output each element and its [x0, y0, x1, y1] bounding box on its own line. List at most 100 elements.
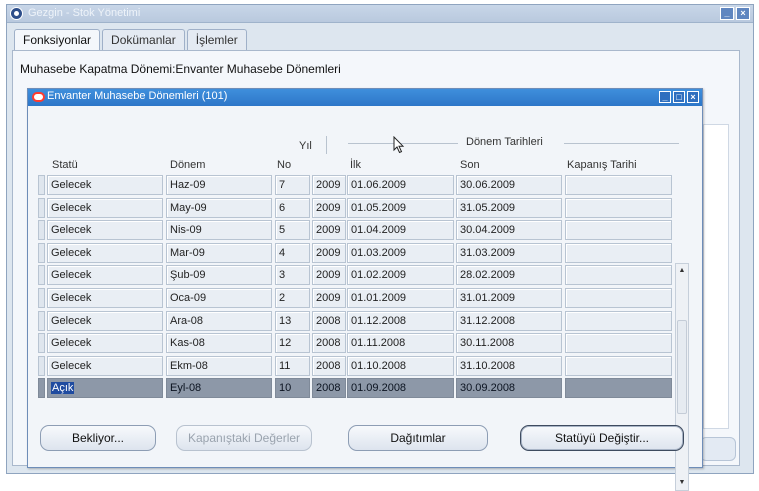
- scroll-up-icon[interactable]: ▲: [676, 265, 688, 277]
- cell-statu[interactable]: Gelecek: [47, 220, 163, 241]
- cell-statu[interactable]: Gelecek: [47, 197, 163, 218]
- cell-son[interactable]: 30.06.2009: [456, 175, 562, 195]
- cell-no[interactable]: 12: [275, 333, 310, 354]
- cell-donem[interactable]: Eyl-08: [166, 378, 272, 399]
- cell-ilk[interactable]: 01.02.2009: [347, 265, 454, 286]
- cell-ilk[interactable]: 01.11.2008: [347, 333, 454, 354]
- cell-kapanis[interactable]: [565, 197, 672, 218]
- cell-kapanis[interactable]: [565, 220, 672, 241]
- cell-yil[interactable]: 2008: [312, 355, 346, 376]
- cell-donem[interactable]: Haz-09: [166, 175, 272, 195]
- table-row[interactable]: Gelecek Nis-09 5 2009 01.04.2009 30.04.2009: [28, 219, 678, 241]
- cell-no[interactable]: 7: [275, 175, 310, 195]
- scroll-down-icon[interactable]: ▼: [676, 477, 688, 489]
- minimize-icon[interactable]: _: [720, 7, 734, 20]
- table-row[interactable]: Gelecek May-09 6 2009 01.05.2009 31.05.2009: [28, 197, 678, 219]
- cell-kapanis[interactable]: [565, 175, 672, 195]
- cell-yil[interactable]: 2009: [312, 220, 346, 241]
- row-selector[interactable]: [38, 220, 45, 241]
- cell-son[interactable]: 31.03.2009: [456, 242, 562, 263]
- cell-ilk[interactable]: 01.05.2009: [347, 197, 454, 218]
- cell-yil[interactable]: 2008: [312, 333, 346, 354]
- cell-yil[interactable]: 2009: [312, 242, 346, 263]
- cell-ilk[interactable]: 01.10.2008: [347, 355, 454, 376]
- maximize-icon[interactable]: □: [673, 91, 685, 103]
- row-selector[interactable]: [38, 288, 45, 308]
- cell-donem[interactable]: Ekm-08: [166, 355, 272, 376]
- table-row[interactable]: Gelecek Kas-08 12 2008 01.11.2008 30.11.2008: [28, 332, 678, 354]
- cell-donem[interactable]: Kas-08: [166, 333, 272, 354]
- row-selector[interactable]: [38, 265, 45, 286]
- cell-no[interactable]: 11: [275, 355, 310, 376]
- row-selector[interactable]: [38, 355, 45, 376]
- cell-yil[interactable]: 2009: [312, 197, 346, 218]
- cell-donem[interactable]: Oca-09: [166, 288, 272, 308]
- row-selector[interactable]: [38, 310, 45, 331]
- cell-ilk[interactable]: 01.01.2009: [347, 288, 454, 308]
- table-row[interactable]: Gelecek Ekm-08 11 2008 01.10.2008 31.10.2008: [28, 355, 678, 377]
- window-titlebar[interactable]: Gezgin - Stok Yönetimi _ ×: [7, 5, 753, 23]
- tab-dokumanlar[interactable]: Dokümanlar: [102, 29, 185, 50]
- cell-kapanis[interactable]: [565, 288, 672, 308]
- cell-kapanis[interactable]: [565, 355, 672, 376]
- cell-yil[interactable]: 2009: [312, 265, 346, 286]
- cell-donem[interactable]: Nis-09: [166, 220, 272, 241]
- row-selector[interactable]: [38, 197, 45, 218]
- cell-ilk[interactable]: 01.03.2009: [347, 242, 454, 263]
- cell-yil[interactable]: 2008: [312, 378, 346, 399]
- cell-statu[interactable]: Gelecek: [47, 175, 163, 195]
- cell-no[interactable]: 4: [275, 242, 310, 263]
- cell-no[interactable]: 10: [275, 378, 310, 399]
- tab-islemler[interactable]: İşlemler: [186, 29, 247, 50]
- cell-ilk[interactable]: 01.09.2008: [347, 378, 454, 399]
- cell-ilk[interactable]: 01.06.2009: [347, 175, 454, 195]
- cell-kapanis[interactable]: [565, 265, 672, 286]
- cell-son[interactable]: 31.05.2009: [456, 197, 562, 218]
- cell-yil[interactable]: 2009: [312, 288, 346, 308]
- periods-window-titlebar[interactable]: Envanter Muhasebe Dönemleri (101) _ □ ×: [28, 89, 702, 106]
- cell-no[interactable]: 13: [275, 310, 310, 331]
- cell-son[interactable]: 31.12.2008: [456, 310, 562, 331]
- cell-donem[interactable]: Şub-09: [166, 265, 272, 286]
- close-icon[interactable]: ×: [736, 7, 750, 20]
- cell-statu[interactable]: Açık: [47, 378, 163, 399]
- cell-kapanis[interactable]: [565, 333, 672, 354]
- cell-statu[interactable]: Gelecek: [47, 355, 163, 376]
- table-row[interactable]: Gelecek Ara-08 13 2008 01.12.2008 31.12.2008: [28, 310, 678, 332]
- cell-yil[interactable]: 2008: [312, 310, 346, 331]
- cell-son[interactable]: 30.04.2009: [456, 220, 562, 241]
- vertical-scrollbar[interactable]: ▲ ▼: [675, 263, 689, 491]
- table-row[interactable]: Gelecek Oca-09 2 2009 01.01.2009 31.01.2009: [28, 287, 678, 309]
- cell-yil[interactable]: 2009: [312, 175, 346, 195]
- row-selector[interactable]: [38, 175, 45, 195]
- table-row[interactable]: Gelecek Mar-09 4 2009 01.03.2009 31.03.2009: [28, 242, 678, 264]
- kapanistaki-degerler-button[interactable]: Kapanıştaki Değerler: [176, 425, 312, 451]
- cell-statu[interactable]: Gelecek: [47, 242, 163, 263]
- table-row[interactable]: Gelecek Şub-09 3 2009 01.02.2009 28.02.2009: [28, 264, 678, 286]
- cell-donem[interactable]: Ara-08: [166, 310, 272, 331]
- cell-statu[interactable]: Gelecek: [47, 310, 163, 331]
- close-icon[interactable]: ×: [687, 91, 699, 103]
- cell-son[interactable]: 30.11.2008: [456, 333, 562, 354]
- cell-kapanis[interactable]: [565, 242, 672, 263]
- cell-kapanis[interactable]: [565, 310, 672, 331]
- cell-no[interactable]: 3: [275, 265, 310, 286]
- cell-son[interactable]: 31.10.2008: [456, 355, 562, 376]
- tab-fonksiyonlar[interactable]: Fonksiyonlar: [14, 29, 101, 51]
- cell-statu[interactable]: Gelecek: [47, 288, 163, 308]
- cell-ilk[interactable]: 01.04.2009: [347, 220, 454, 241]
- table-row[interactable]: Açık Eyl-08 10 2008 01.09.2008 30.09.2008: [28, 377, 678, 399]
- cell-donem[interactable]: Mar-09: [166, 242, 272, 263]
- cell-kapanis[interactable]: [565, 378, 672, 399]
- cell-donem[interactable]: May-09: [166, 197, 272, 218]
- cell-son[interactable]: 30.09.2008: [456, 378, 562, 399]
- cell-no[interactable]: 6: [275, 197, 310, 218]
- table-row[interactable]: Gelecek Haz-09 7 2009 01.06.2009 30.06.2009: [28, 174, 678, 196]
- cell-ilk[interactable]: 01.12.2008: [347, 310, 454, 331]
- cell-son[interactable]: 31.01.2009: [456, 288, 562, 308]
- cell-no[interactable]: 5: [275, 220, 310, 241]
- cell-son[interactable]: 28.02.2009: [456, 265, 562, 286]
- row-selector[interactable]: [38, 378, 45, 399]
- dagitimlar-button[interactable]: Dağıtımlar: [348, 425, 488, 451]
- minimize-icon[interactable]: _: [659, 91, 671, 103]
